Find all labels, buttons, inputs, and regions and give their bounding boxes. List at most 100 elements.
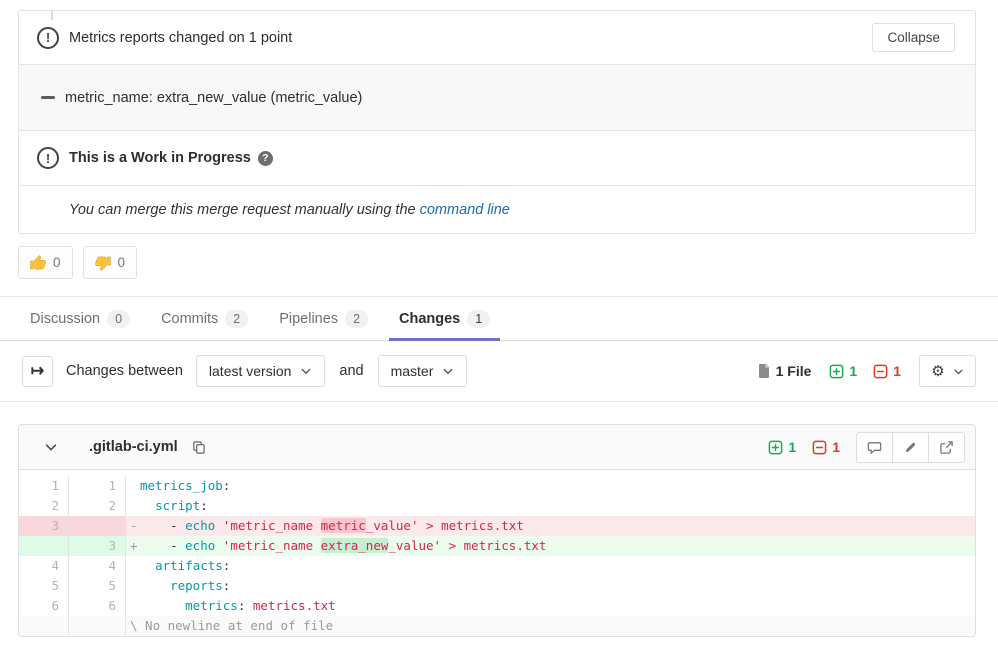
code-segment (456, 538, 464, 553)
old-line-number[interactable]: 1 (19, 476, 69, 496)
diff-line: 3 - - echo 'metric_name metric_value' > m… (19, 516, 975, 536)
diff-line-marker: - (130, 516, 140, 536)
old-line-number[interactable] (19, 616, 69, 636)
minus-square-icon (812, 440, 827, 455)
command-line-link[interactable]: command line (420, 202, 510, 218)
code-segment (245, 598, 253, 613)
diff-file-card: .gitlab-ci.yml 1 1 (18, 424, 976, 637)
diff-settings-button[interactable]: ⚙ (919, 355, 976, 387)
diff-file-header: .gitlab-ci.yml 1 1 (19, 425, 975, 470)
copy-path-icon[interactable] (191, 440, 206, 455)
code-segment: 'metric_name (223, 538, 321, 553)
source-version-value: latest version (209, 363, 291, 379)
file-additions-count: 1 (788, 439, 796, 455)
new-line-number[interactable] (69, 516, 126, 536)
diff-line-marker (130, 476, 140, 496)
diff-line: 3+ - echo 'metric_name extra_new_value' … (19, 536, 975, 556)
code-segment: > (449, 538, 457, 553)
thumbs-down-button[interactable]: 0 (83, 246, 138, 279)
old-line-number[interactable]: 4 (19, 556, 69, 576)
code-segment (434, 518, 442, 533)
tab-pipelines-count: 2 (345, 310, 368, 328)
gear-icon: ⚙ (931, 362, 944, 380)
metrics-report-label: Metrics reports changed on 1 point (69, 30, 292, 46)
diff-line-marker (130, 496, 140, 516)
diff-line-marker (130, 556, 140, 576)
file-tree-toggle-button[interactable]: ↦ (22, 356, 53, 387)
mr-tabs-container: Discussion 0 Commits 2 Pipelines 2 Chang… (0, 296, 998, 341)
diff-line-code: - - echo 'metric_name metric_value' > me… (126, 516, 975, 536)
code-segment: : (223, 558, 231, 573)
target-version-dropdown[interactable]: master (378, 355, 468, 387)
collapse-file-chevron-icon[interactable] (44, 440, 58, 454)
new-line-number[interactable]: 3 (69, 536, 126, 556)
deletions-count: 1 (893, 363, 901, 379)
code-segment: extra_new (321, 538, 389, 553)
mr-widget-card: ! Metrics reports changed on 1 point Col… (18, 10, 976, 234)
collapse-button[interactable]: Collapse (872, 23, 955, 52)
chevron-down-icon (953, 366, 964, 377)
diff-line-code: + - echo 'metric_name extra_new_value' >… (126, 536, 975, 556)
code-segment (215, 518, 223, 533)
file-path: .gitlab-ci.yml (89, 439, 178, 455)
old-line-number[interactable]: 6 (19, 596, 69, 616)
thumbs-up-button[interactable]: 0 (18, 246, 73, 279)
new-line-number[interactable]: 1 (69, 476, 126, 496)
thumbs-down-count: 0 (118, 255, 126, 270)
thumbs-up-count: 0 (53, 255, 61, 270)
diff-line: \ No newline at end of file (19, 616, 975, 636)
additions-stat: 1 (829, 363, 857, 379)
files-count: 1 File (757, 363, 812, 379)
tab-changes[interactable]: Changes 1 (389, 297, 500, 340)
code-segment: script (155, 498, 200, 513)
mr-tabs: Discussion 0 Commits 2 Pipelines 2 Chang… (0, 297, 998, 341)
old-line-number[interactable] (19, 536, 69, 556)
tab-commits[interactable]: Commits 2 (151, 297, 258, 340)
code-segment: metrics_job (140, 478, 223, 493)
diff-line: 44 artifacts: (19, 556, 975, 576)
code-segment (140, 498, 155, 513)
code-segment: metrics.txt (464, 538, 547, 553)
tab-discussion[interactable]: Discussion 0 (20, 297, 140, 340)
metrics-report-row: ! Metrics reports changed on 1 point Col… (19, 11, 975, 64)
tab-pipelines[interactable]: Pipelines 2 (269, 297, 378, 340)
plus-square-icon (829, 364, 844, 379)
code-segment: _value' (388, 538, 441, 553)
diff-controls-bar: ↦ Changes between latest version and mas… (0, 341, 998, 402)
diff-line: 22 script: (19, 496, 975, 516)
code-segment: > (426, 518, 434, 533)
pencil-icon (903, 440, 918, 455)
diff-line-marker: + (130, 536, 140, 556)
view-file-button[interactable] (928, 432, 965, 463)
new-line-number[interactable]: 4 (69, 556, 126, 576)
diff-line-marker (130, 596, 140, 616)
question-mark-icon[interactable]: ? (258, 151, 273, 166)
code-segment (418, 518, 426, 533)
edit-file-button[interactable] (892, 432, 929, 463)
comment-icon (867, 440, 882, 455)
diff-line-code: artifacts: (126, 556, 975, 576)
diff-line-marker (130, 576, 140, 596)
wip-status-label: This is a Work in Progress (69, 150, 251, 166)
file-icon (757, 363, 771, 379)
code-segment: metrics.txt (253, 598, 336, 613)
new-line-number[interactable] (69, 616, 126, 636)
tab-commits-label: Commits (161, 311, 218, 327)
changes-between-label: Changes between (66, 363, 183, 379)
new-line-number[interactable]: 5 (69, 576, 126, 596)
code-segment: _value' (366, 518, 419, 533)
tab-changes-label: Changes (399, 311, 460, 327)
old-line-number[interactable]: 3 (19, 516, 69, 536)
diff-line: 55 reports: (19, 576, 975, 596)
code-segment: metrics (185, 598, 238, 613)
code-segment: metric (321, 518, 366, 533)
new-line-number[interactable]: 2 (69, 496, 126, 516)
code-segment: \ No newline at end of file (130, 618, 333, 633)
new-line-number[interactable]: 6 (69, 596, 126, 616)
source-version-dropdown[interactable]: latest version (196, 355, 325, 387)
toggle-comments-button[interactable] (856, 432, 893, 463)
tab-pipelines-label: Pipelines (279, 311, 338, 327)
old-line-number[interactable]: 5 (19, 576, 69, 596)
code-segment: echo (185, 518, 215, 533)
old-line-number[interactable]: 2 (19, 496, 69, 516)
